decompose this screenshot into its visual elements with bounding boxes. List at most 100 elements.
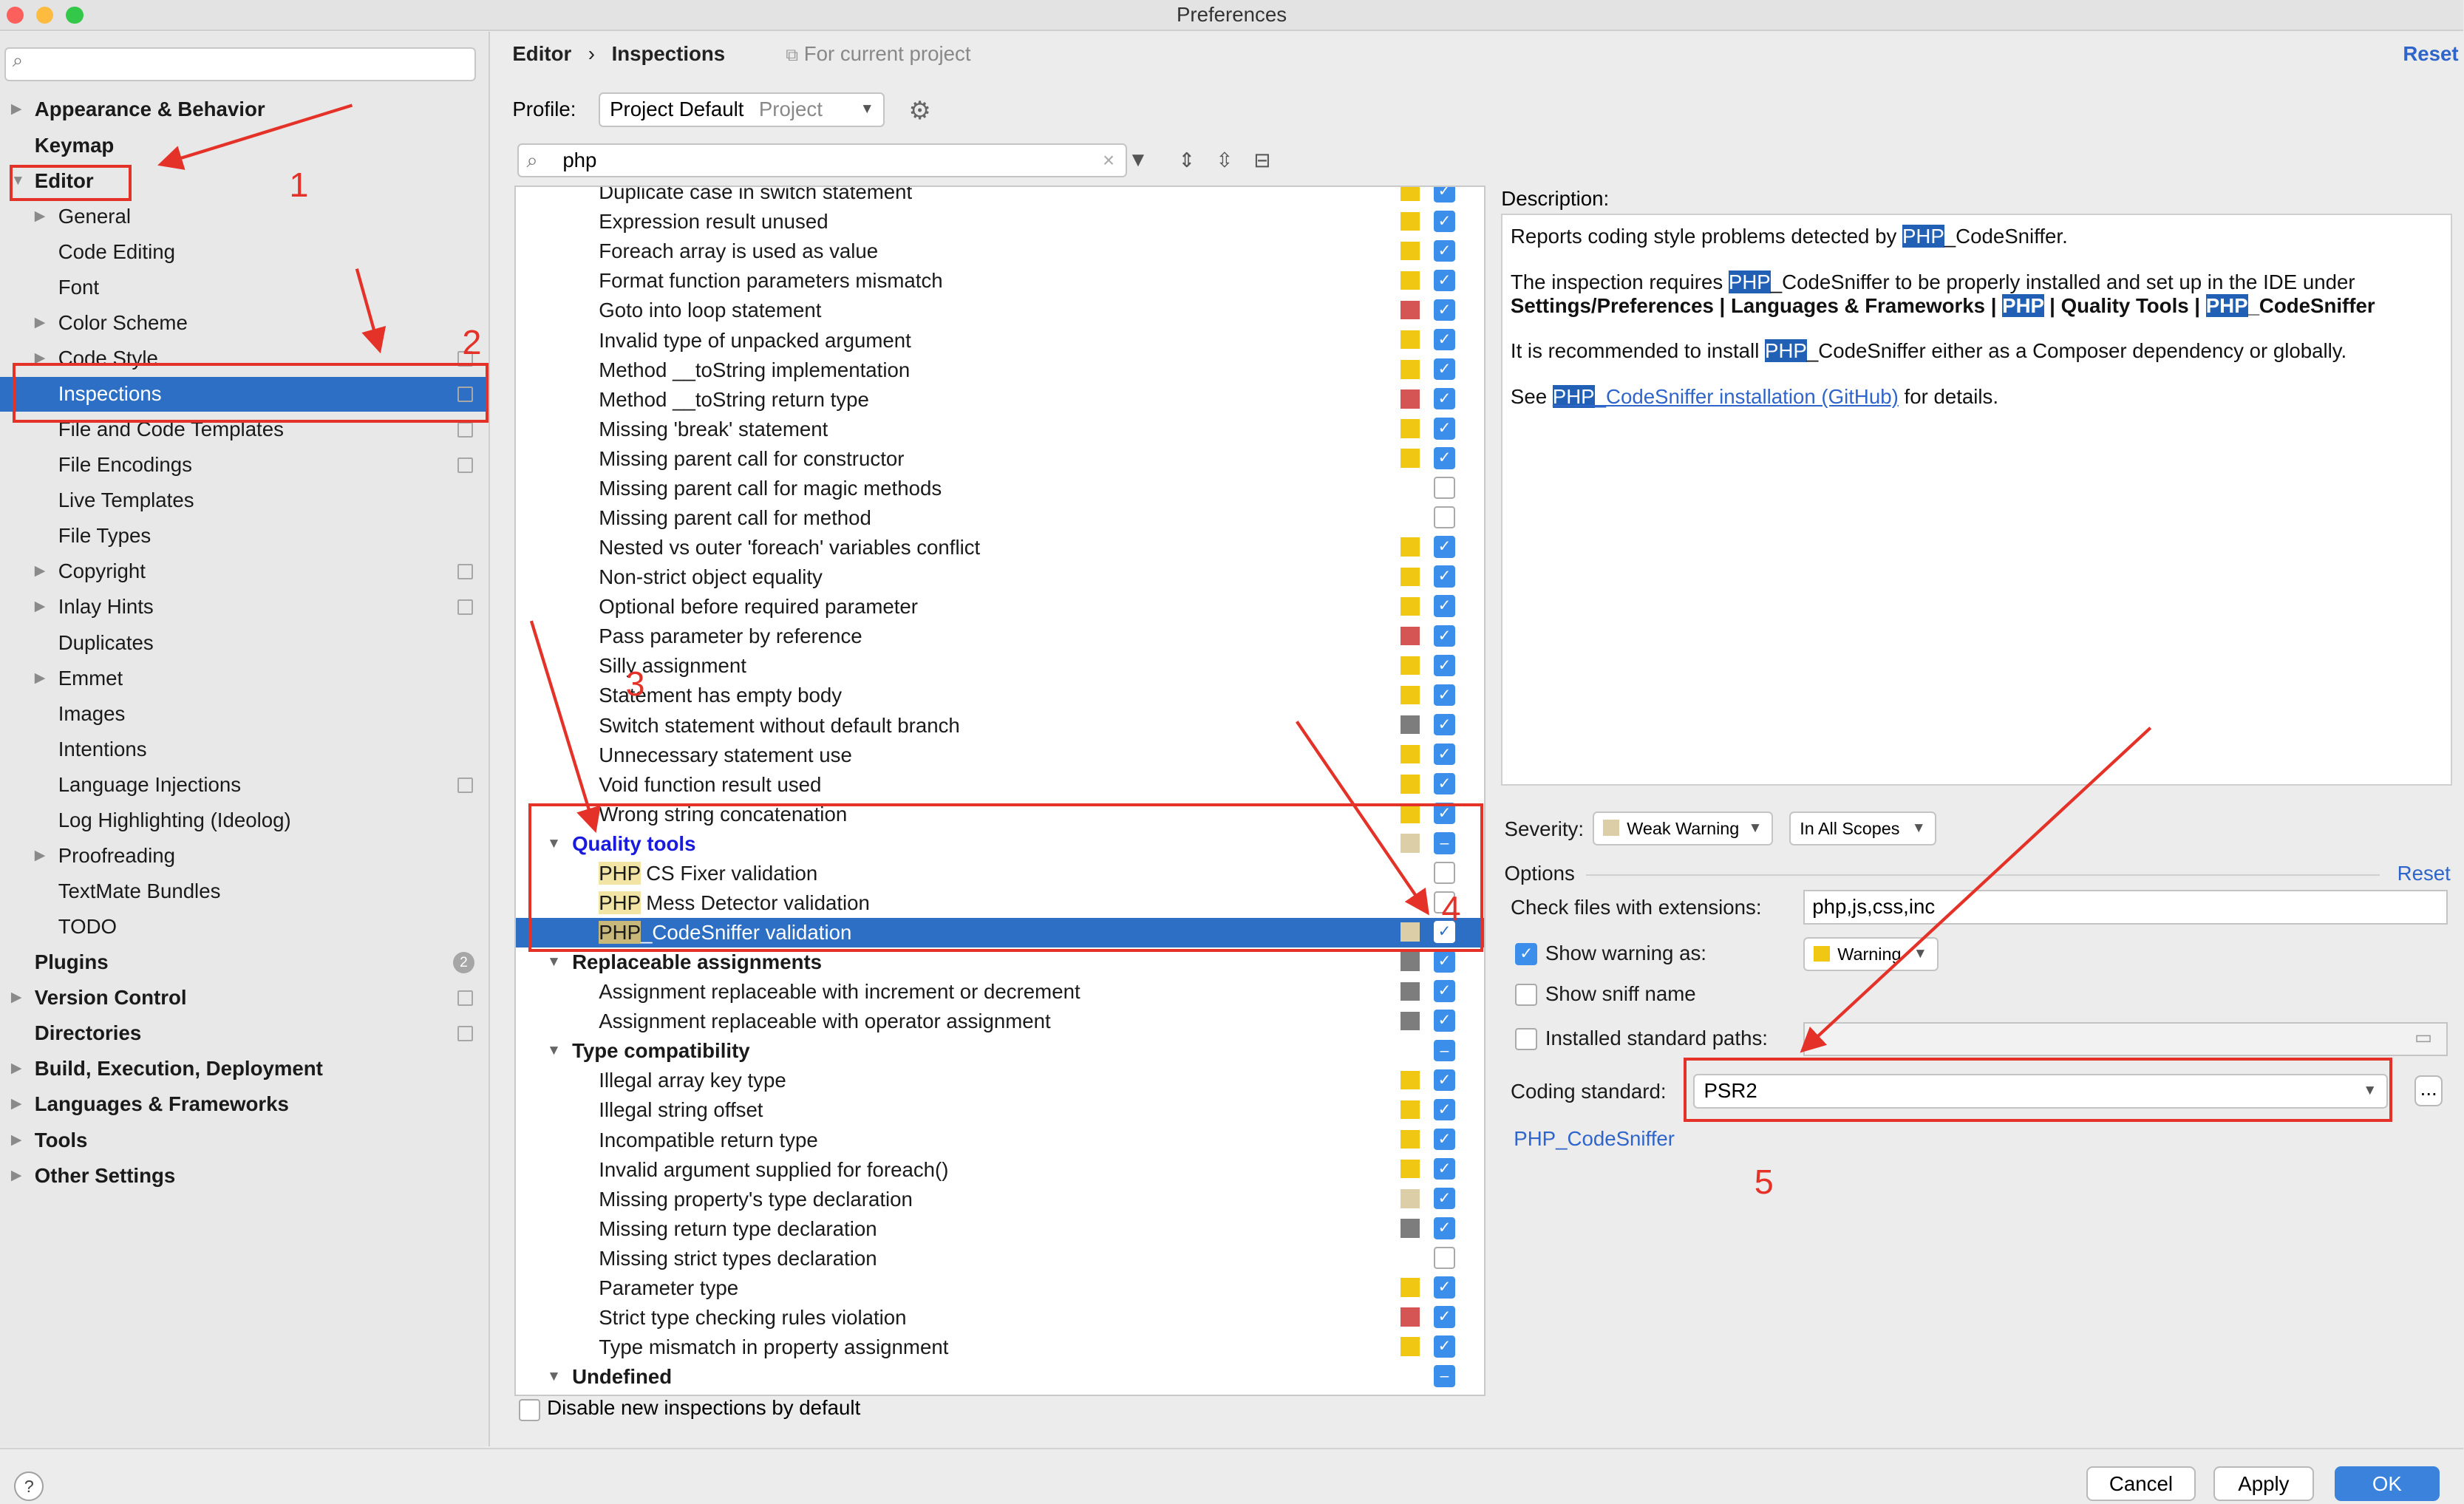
sidebar-item-font[interactable]: Font	[0, 270, 489, 305]
inspection-row[interactable]: Missing return type declaration ✓	[516, 1214, 1484, 1244]
profile-select[interactable]: Project Default Project ▼	[599, 92, 885, 128]
inspection-row[interactable]: Pass parameter by reference ✓	[516, 622, 1484, 651]
collapsed-arrow-icon[interactable]: ▶	[35, 341, 46, 376]
inspection-row[interactable]: Unnecessary statement use ✓	[516, 741, 1484, 770]
inspection-enabled-checkbox[interactable]: ✓	[1433, 299, 1456, 321]
folder-icon[interactable]: ▭	[2414, 1027, 2432, 1049]
sidebar-item-duplicates[interactable]: Duplicates	[0, 626, 489, 661]
inspection-enabled-checkbox[interactable]: ✓	[1433, 1306, 1456, 1328]
inspection-enabled-checkbox[interactable]: ✓	[1433, 269, 1456, 292]
inspection-row[interactable]: Void function result used ✓	[516, 770, 1484, 800]
inspection-row[interactable]: Method __toString implementation ✓	[516, 355, 1484, 385]
inspection-enabled-checkbox[interactable]	[1433, 1247, 1456, 1269]
show-warning-select[interactable]: Warning ▼	[1803, 936, 1939, 972]
inspection-group[interactable]: ▼ Replaceable assignments ✓	[516, 947, 1484, 977]
inspection-row[interactable]: Missing strict types declaration	[516, 1244, 1484, 1273]
inspection-row[interactable]: Foreach array is used as value ✓	[516, 237, 1484, 266]
expand-all-icon[interactable]: ⇕	[1174, 148, 1199, 173]
inspection-enabled-checkbox[interactable]: ✓	[1433, 772, 1456, 795]
expanded-arrow-icon[interactable]: ▼	[547, 1036, 561, 1066]
collapsed-arrow-icon[interactable]: ▶	[35, 200, 46, 234]
inspection-row[interactable]: Non-strict object equality ✓	[516, 562, 1484, 592]
inspection-row[interactable]: Strict type checking rules violation ✓	[516, 1303, 1484, 1333]
inspection-enabled-checkbox[interactable]: ✓	[1433, 654, 1456, 677]
sidebar-item-copyright[interactable]: ▶ Copyright	[0, 554, 489, 589]
cancel-button[interactable]: Cancel	[2086, 1466, 2196, 1502]
inspection-row[interactable]: Optional before required parameter ✓	[516, 592, 1484, 622]
sidebar-item-log-highlighting-ideolog[interactable]: Log Highlighting (Ideolog)	[0, 803, 489, 838]
sniff-name-checkbox[interactable]	[1515, 984, 1537, 1006]
inspection-row[interactable]: Goto into loop statement ✓	[516, 296, 1484, 325]
sidebar-item-editor[interactable]: ▼ Editor	[0, 164, 489, 199]
inspection-enabled-checkbox[interactable]: ✓	[1433, 980, 1456, 1002]
sidebar-item-code-style[interactable]: ▶ Code Style	[0, 341, 489, 376]
disable-new-checkbox[interactable]	[518, 1399, 541, 1421]
inspection-search-input[interactable]: ⌕ php ×	[517, 143, 1128, 178]
github-link[interactable]: PHP_CodeSniffer installation (GitHub)	[1552, 384, 1899, 408]
collapsed-arrow-icon[interactable]: ▶	[11, 1052, 22, 1086]
inspection-enabled-checkbox[interactable]: ✓	[1433, 1157, 1456, 1180]
inspection-row[interactable]: Missing parent call for method	[516, 503, 1484, 533]
inspection-enabled-checkbox[interactable]: ✓	[1433, 210, 1456, 233]
inspection-row[interactable]: PHP CS Fixer validation	[516, 859, 1484, 888]
inspection-row[interactable]: Invalid argument supplied for foreach() ✓	[516, 1155, 1484, 1185]
inspection-enabled-checkbox[interactable]: ✓	[1433, 1335, 1456, 1358]
inspection-row[interactable]: Expression result unused ✓	[516, 207, 1484, 237]
collapsed-arrow-icon[interactable]: ▶	[35, 554, 46, 589]
inspection-row[interactable]: PHP_CodeSniffer validation ✓	[515, 918, 1484, 947]
inspection-row[interactable]: Missing property's type declaration ✓	[516, 1185, 1484, 1214]
inspection-enabled-checkbox[interactable]: –	[1433, 1365, 1456, 1387]
clear-search-icon[interactable]: ×	[1103, 145, 1114, 177]
sidebar-item-version-control[interactable]: ▶ Version Control	[0, 981, 489, 1015]
sidebar-item-inlay-hints[interactable]: ▶ Inlay Hints	[0, 590, 489, 625]
inspection-row[interactable]: Nested vs outer 'foreach' variables conf…	[516, 533, 1484, 562]
sidebar-item-code-editing[interactable]: Code Editing	[0, 235, 489, 270]
scope-select[interactable]: In All Scopes ▼	[1789, 811, 1937, 846]
inspection-enabled-checkbox[interactable]: ✓	[1433, 186, 1456, 203]
inspection-row[interactable]: Missing parent call for constructor ✓	[516, 444, 1484, 474]
inspection-enabled-checkbox[interactable]: ✓	[1433, 1010, 1456, 1032]
inspection-row[interactable]: Assignment replaceable with operator ass…	[516, 1007, 1484, 1036]
expanded-arrow-icon[interactable]: ▼	[547, 829, 561, 859]
inspection-enabled-checkbox[interactable]	[1433, 862, 1456, 884]
sidebar-item-intentions[interactable]: Intentions	[0, 732, 489, 767]
inspection-enabled-checkbox[interactable]: ✓	[1433, 743, 1456, 766]
sidebar-item-emmet[interactable]: ▶ Emmet	[0, 661, 489, 696]
options-reset-link[interactable]: Reset	[2397, 862, 2451, 885]
inspection-row[interactable]: Method __toString return type ✓	[516, 385, 1484, 415]
sidebar-item-todo[interactable]: TODO	[0, 910, 489, 945]
severity-select[interactable]: Weak Warning ▼	[1592, 811, 1774, 846]
collapsed-arrow-icon[interactable]: ▶	[11, 1087, 22, 1122]
expanded-arrow-icon[interactable]: ▼	[547, 947, 561, 977]
extensions-field[interactable]: php,js,css,inc	[1803, 889, 2448, 925]
inspection-enabled-checkbox[interactable]: ✓	[1433, 239, 1456, 262]
inspection-group[interactable]: ▼ Quality tools –	[516, 829, 1484, 859]
inspection-row[interactable]: Format function parameters mismatch ✓	[516, 266, 1484, 296]
show-warning-checkbox[interactable]: ✓	[1515, 943, 1537, 965]
inspection-row[interactable]: Parameter type ✓	[516, 1273, 1484, 1303]
inspection-group[interactable]: ▼ Type compatibility –	[516, 1036, 1484, 1066]
expanded-arrow-icon[interactable]: ▼	[547, 1362, 561, 1392]
installed-paths-field[interactable]	[1803, 1021, 2448, 1057]
sidebar-item-textmate-bundles[interactable]: TextMate Bundles	[0, 874, 489, 909]
collapse-all-icon[interactable]: ⇳	[1212, 148, 1237, 173]
sidebar-item-other-settings[interactable]: ▶ Other Settings	[0, 1159, 489, 1194]
inspection-enabled-checkbox[interactable]: ✓	[1433, 328, 1456, 351]
sidebar-item-images[interactable]: Images	[0, 697, 489, 732]
collapsed-arrow-icon[interactable]: ▶	[35, 590, 46, 625]
inspection-row[interactable]: Illegal array key type ✓	[516, 1066, 1484, 1095]
sidebar-item-file-encodings[interactable]: File Encodings	[0, 448, 489, 483]
inspection-enabled-checkbox[interactable]	[1433, 477, 1456, 499]
gear-icon[interactable]: ⚙	[908, 96, 931, 126]
installed-paths-checkbox[interactable]	[1515, 1028, 1537, 1050]
inspection-enabled-checkbox[interactable]: ✓	[1433, 684, 1456, 707]
inspection-row[interactable]: Statement has empty body ✓	[516, 681, 1484, 710]
sidebar-item-plugins[interactable]: Plugins 2	[0, 945, 489, 980]
reset-link[interactable]: Reset	[2403, 42, 2458, 66]
sidebar-item-keymap[interactable]: Keymap	[0, 129, 489, 163]
inspection-enabled-checkbox[interactable]: ✓	[1433, 625, 1456, 647]
sidebar-item-build-execution-deployment[interactable]: ▶ Build, Execution, Deployment	[0, 1052, 489, 1086]
inspection-row[interactable]: Incompatible return type ✓	[516, 1126, 1484, 1155]
more-options-button[interactable]: ...	[2414, 1075, 2443, 1107]
inspection-enabled-checkbox[interactable]: ✓	[1433, 387, 1456, 410]
